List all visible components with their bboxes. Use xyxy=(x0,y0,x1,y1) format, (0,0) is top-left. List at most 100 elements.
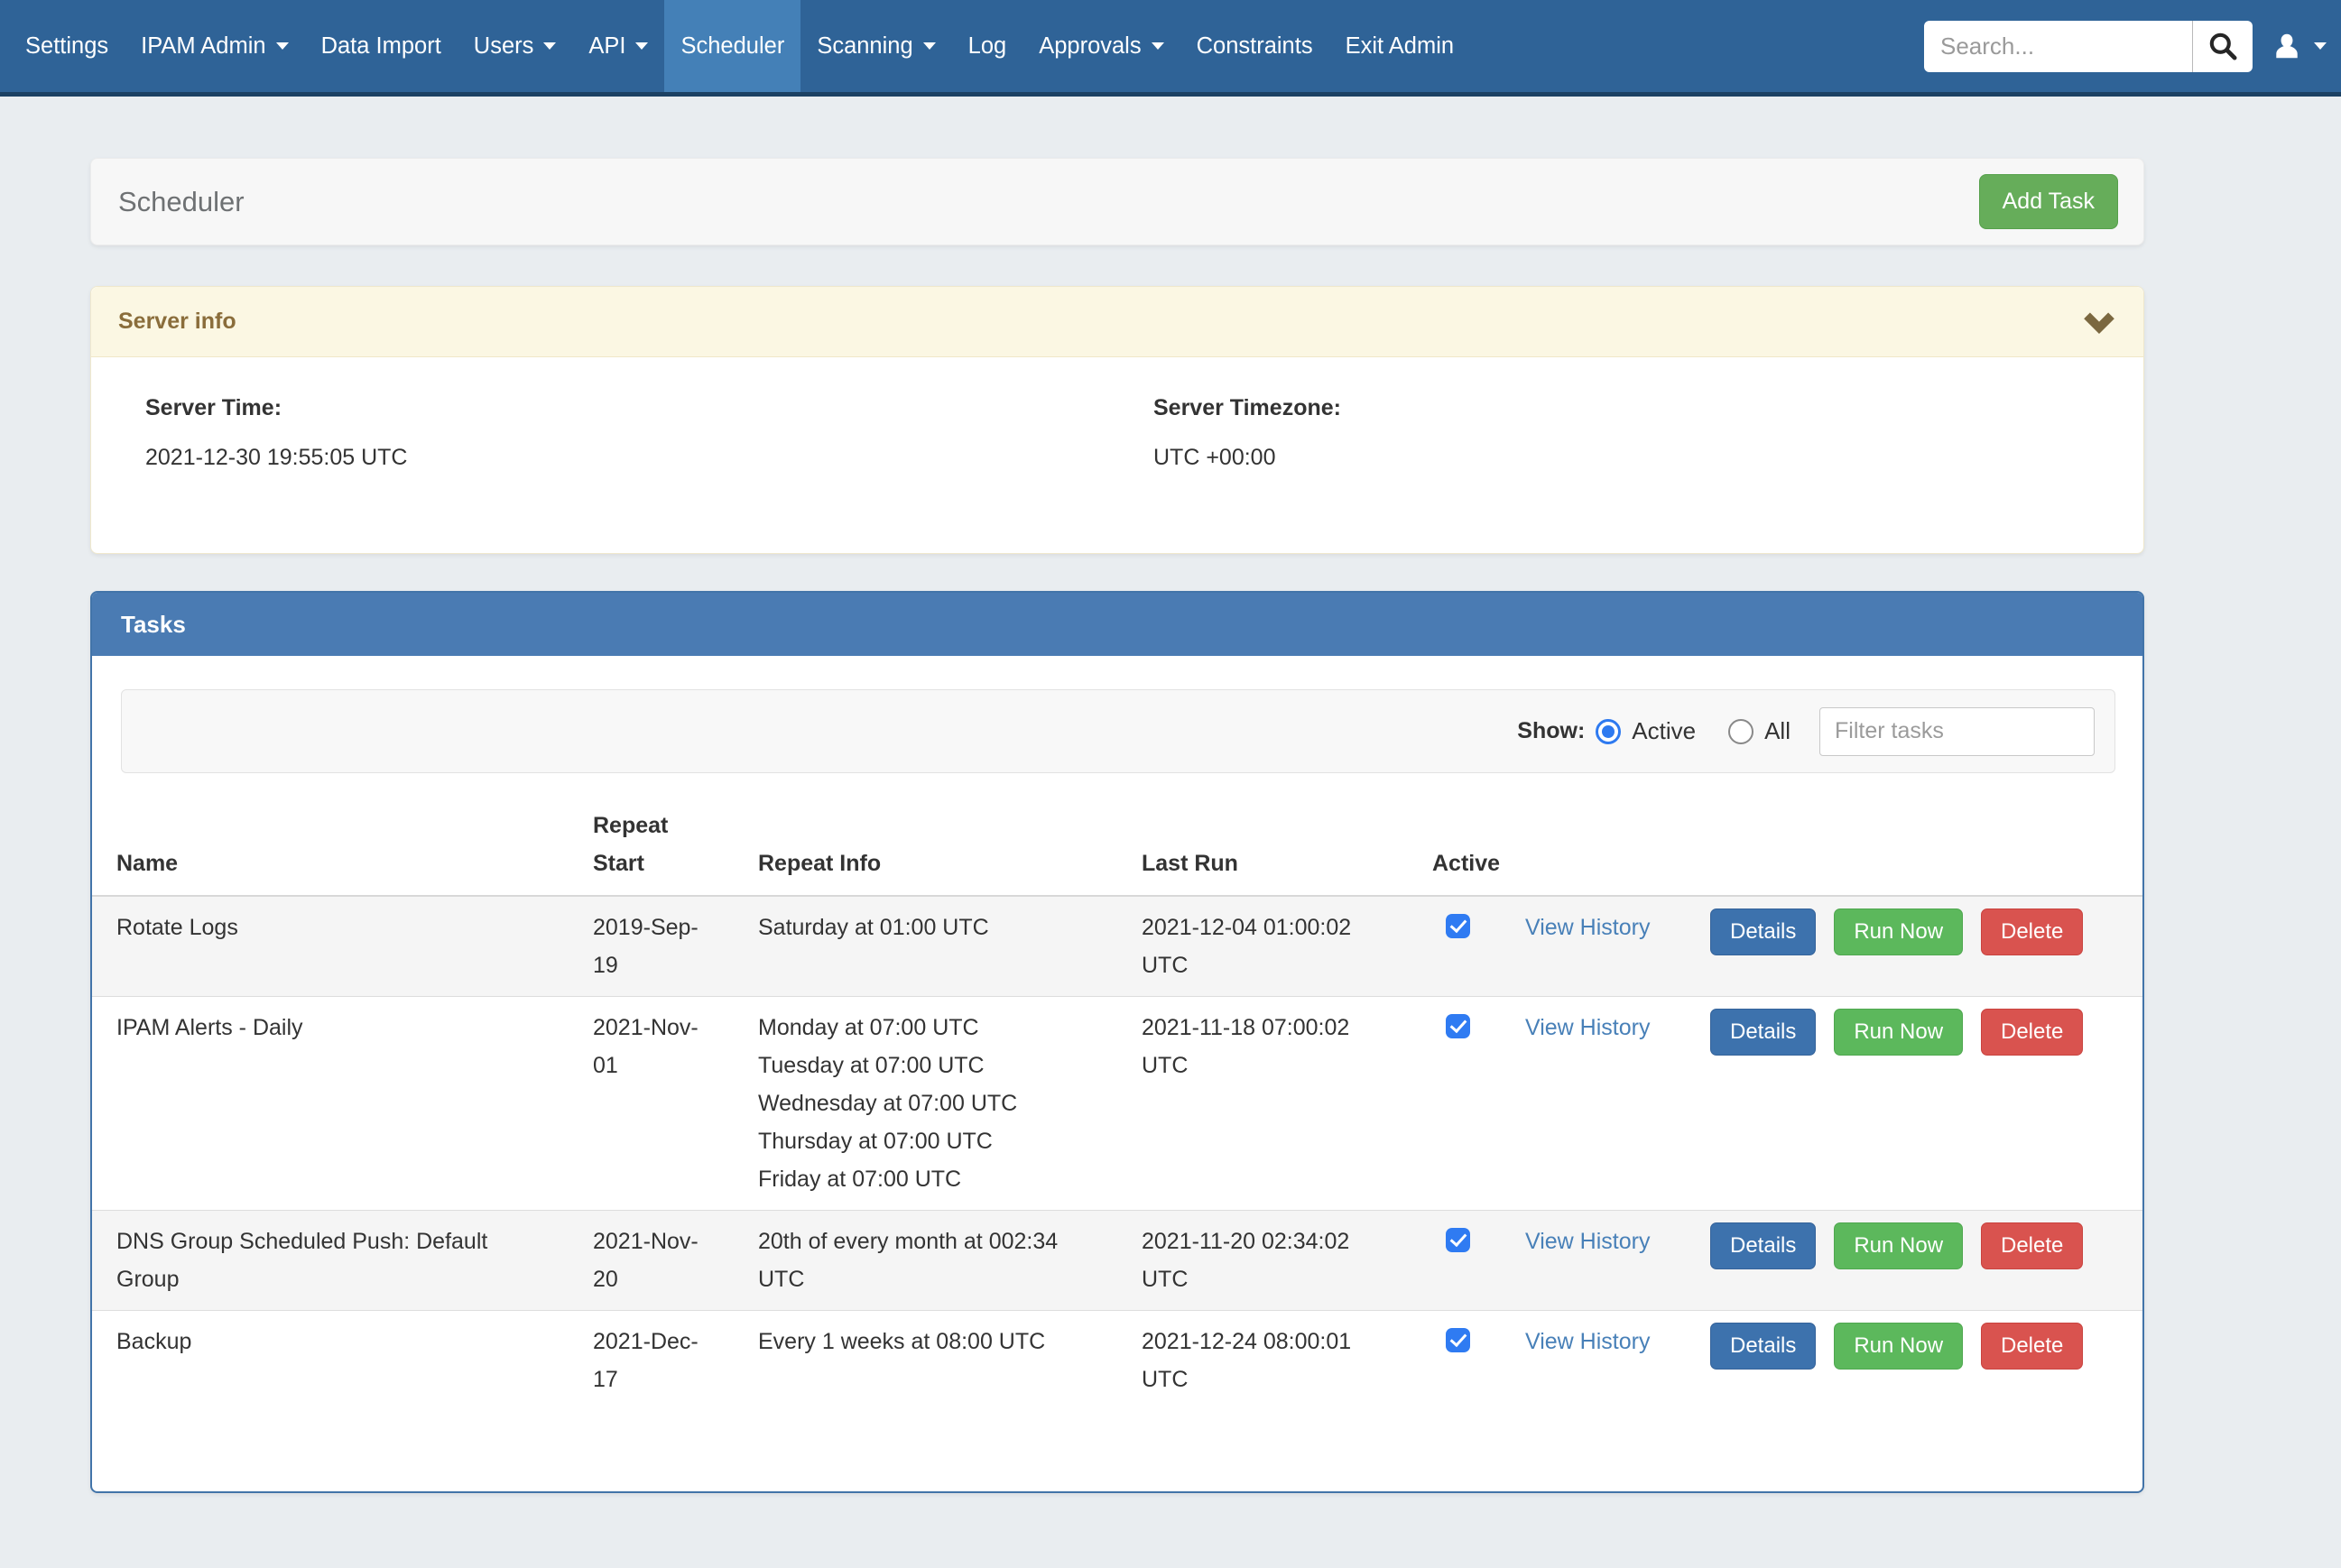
search-icon xyxy=(2206,29,2240,63)
table-header-row: Name Repeat Start Repeat Info Last Run A… xyxy=(92,798,2142,896)
repeat-info-line: Every 1 weeks at 08:00 UTC xyxy=(758,1323,1092,1360)
server-timezone-value: UTC +00:00 xyxy=(1153,445,1341,471)
nav-item-constraints[interactable]: Constraints xyxy=(1180,0,1329,92)
server-timezone-label: Server Timezone: xyxy=(1153,395,1341,421)
repeat-info-line: Saturday at 01:00 UTC xyxy=(758,909,1092,946)
nav-item-data-import[interactable]: Data Import xyxy=(305,0,458,92)
server-info-body: Server Time: 2021-12-30 19:55:05 UTC Ser… xyxy=(91,357,2143,553)
view-history-link[interactable]: View History xyxy=(1525,1015,1650,1040)
task-last-run: 2021-11-18 07:00:02 UTC xyxy=(1142,997,1432,1211)
view-history-link[interactable]: View History xyxy=(1525,1329,1650,1354)
chevron-down-icon xyxy=(1152,42,1164,50)
run-now-button[interactable]: Run Now xyxy=(1834,1323,1963,1370)
task-repeat-info: 20th of every month at 002:34 UTC xyxy=(758,1211,1142,1311)
active-checkbox[interactable] xyxy=(1446,1014,1470,1038)
chevron-down-icon xyxy=(543,42,556,50)
task-active-cell xyxy=(1432,997,1525,1211)
nav-item-exit-admin[interactable]: Exit Admin xyxy=(1329,0,1470,92)
search-input[interactable] xyxy=(1924,21,2192,72)
task-last-run: 2021-12-24 08:00:01 UTC xyxy=(1142,1311,1432,1411)
page-header-panel: Scheduler Add Task xyxy=(90,158,2144,245)
repeat-info-line: Wednesday at 07:00 UTC xyxy=(758,1084,1092,1122)
task-name: IPAM Alerts - Daily xyxy=(92,997,593,1211)
task-name: Backup xyxy=(92,1311,593,1411)
task-active-cell xyxy=(1432,1211,1525,1311)
task-actions-cell: Details Run Now Delete xyxy=(1710,896,2142,997)
user-menu[interactable] xyxy=(2271,29,2327,63)
run-now-button[interactable]: Run Now xyxy=(1834,909,1963,955)
task-repeat-start: 2021-Nov-20 xyxy=(593,1211,758,1311)
task-name: Rotate Logs xyxy=(92,896,593,997)
active-checkbox[interactable] xyxy=(1446,914,1470,938)
repeat-info-line: Friday at 07:00 UTC xyxy=(758,1160,1092,1198)
task-history-cell: View History xyxy=(1525,997,1710,1211)
task-active-cell xyxy=(1432,1311,1525,1411)
repeat-info-line: 20th of every month at 002:34 UTC xyxy=(758,1222,1092,1298)
navbar-right xyxy=(1924,0,2341,92)
server-time-label: Server Time: xyxy=(145,395,1153,421)
task-actions-cell: Details Run Now Delete xyxy=(1710,1211,2142,1311)
run-now-button[interactable]: Run Now xyxy=(1834,1222,1963,1269)
view-history-link[interactable]: View History xyxy=(1525,1229,1650,1254)
task-name: DNS Group Scheduled Push: Default Group xyxy=(92,1211,593,1311)
task-history-cell: View History xyxy=(1525,1311,1710,1411)
server-info-header[interactable]: Server info xyxy=(91,287,2143,357)
nav-item-settings[interactable]: Settings xyxy=(9,0,125,92)
server-time-value: 2021-12-30 19:55:05 UTC xyxy=(145,445,1153,471)
nav-item-approvals[interactable]: Approvals xyxy=(1022,0,1180,92)
nav-item-ipam-admin[interactable]: IPAM Admin xyxy=(125,0,304,92)
details-button[interactable]: Details xyxy=(1710,1009,1816,1056)
details-button[interactable]: Details xyxy=(1710,1323,1816,1370)
filter-tasks-input[interactable] xyxy=(1819,707,2095,756)
task-repeat-info: Monday at 07:00 UTCTuesday at 07:00 UTCW… xyxy=(758,997,1142,1211)
nav-item-api[interactable]: API xyxy=(572,0,664,92)
tasks-panel-body: Show: Active All Name Repeat Start Repea… xyxy=(92,689,2142,1491)
show-active-label[interactable]: Active xyxy=(1632,717,1696,745)
nav-item-scanning[interactable]: Scanning xyxy=(800,0,951,92)
server-info-title: Server info xyxy=(118,309,236,335)
user-icon xyxy=(2271,29,2303,63)
show-active-radio[interactable] xyxy=(1596,719,1621,744)
table-row: DNS Group Scheduled Push: Default Group … xyxy=(92,1211,2142,1311)
view-history-link[interactable]: View History xyxy=(1525,915,1650,940)
chevron-down-icon xyxy=(923,42,936,50)
col-header-repeat-info: Repeat Info xyxy=(758,798,1142,896)
collapse-toggle[interactable] xyxy=(2082,309,2116,336)
run-now-button[interactable]: Run Now xyxy=(1834,1009,1963,1056)
active-checkbox[interactable] xyxy=(1446,1228,1470,1252)
task-actions-cell: Details Run Now Delete xyxy=(1710,997,2142,1211)
table-row: Rotate Logs 2019-Sep-19 Saturday at 01:0… xyxy=(92,896,2142,997)
search-button[interactable] xyxy=(2192,21,2253,72)
show-all-label[interactable]: All xyxy=(1764,717,1790,745)
task-repeat-info: Saturday at 01:00 UTC xyxy=(758,896,1142,997)
task-repeat-start: 2021-Nov-01 xyxy=(593,997,758,1211)
col-header-last-run: Last Run xyxy=(1142,798,1432,896)
details-button[interactable]: Details xyxy=(1710,909,1816,955)
delete-button[interactable]: Delete xyxy=(1981,1222,2083,1269)
task-history-cell: View History xyxy=(1525,896,1710,997)
delete-button[interactable]: Delete xyxy=(1981,1009,2083,1056)
tasks-panel: Tasks Show: Active All Name Repe xyxy=(90,591,2144,1493)
search-group xyxy=(1924,21,2253,72)
details-button[interactable]: Details xyxy=(1710,1222,1816,1269)
server-time-group: Server Time: 2021-12-30 19:55:05 UTC xyxy=(91,395,1153,553)
delete-button[interactable]: Delete xyxy=(1981,909,2083,955)
task-last-run: 2021-12-04 01:00:02 UTC xyxy=(1142,896,1432,997)
col-header-repeat-start: Repeat Start xyxy=(593,798,758,896)
task-repeat-start: 2019-Sep-19 xyxy=(593,896,758,997)
add-task-button[interactable]: Add Task xyxy=(1979,174,2118,229)
chevron-down-icon xyxy=(276,42,289,50)
user-caret-icon xyxy=(2314,42,2327,50)
col-header-history xyxy=(1525,798,1710,896)
task-last-run: 2021-11-20 02:34:02 UTC xyxy=(1142,1211,1432,1311)
nav-item-log[interactable]: Log xyxy=(952,0,1023,92)
server-info-panel: Server info Server Time: 2021-12-30 19:5… xyxy=(90,286,2144,554)
nav-item-users[interactable]: Users xyxy=(458,0,573,92)
chevron-down-icon xyxy=(2082,309,2116,336)
delete-button[interactable]: Delete xyxy=(1981,1323,2083,1370)
active-checkbox[interactable] xyxy=(1446,1328,1470,1352)
show-all-radio[interactable] xyxy=(1728,719,1753,744)
task-repeat-info: Every 1 weeks at 08:00 UTC xyxy=(758,1311,1142,1411)
nav-item-scheduler[interactable]: Scheduler xyxy=(664,0,800,92)
show-label: Show: xyxy=(1517,718,1585,744)
